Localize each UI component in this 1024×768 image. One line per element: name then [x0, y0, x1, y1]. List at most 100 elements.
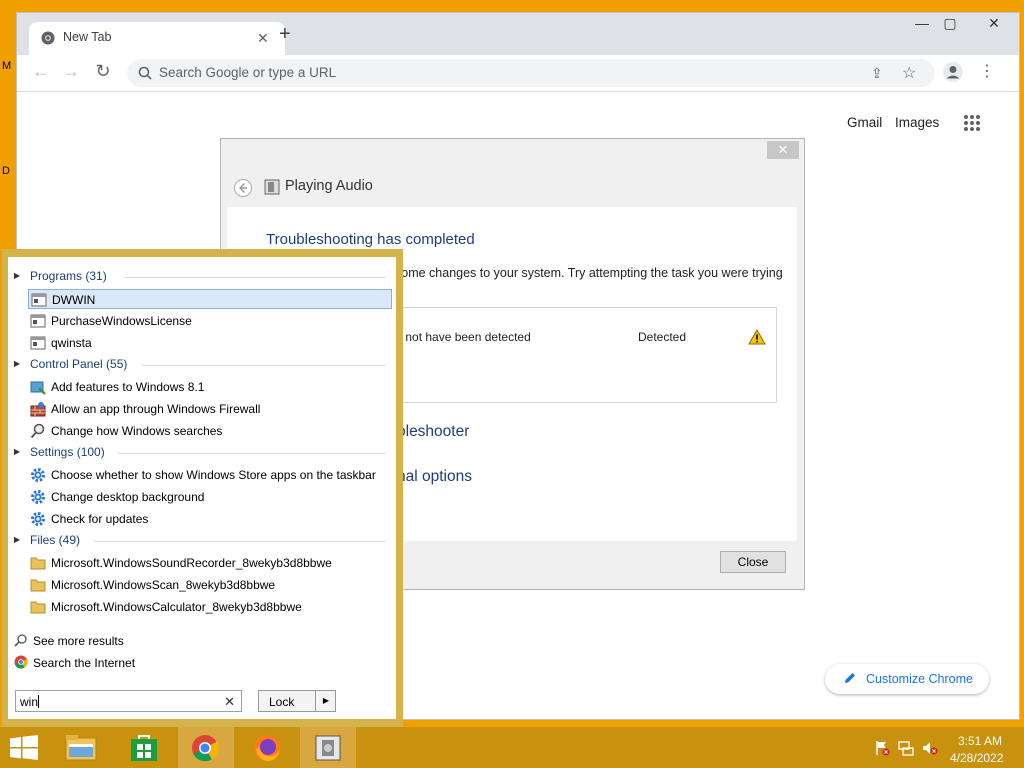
troubleshooter-icon — [264, 179, 280, 195]
clear-search-icon[interactable]: ✕ — [224, 694, 235, 710]
folder-icon — [30, 599, 46, 615]
taskbar — [0, 727, 1024, 768]
power-options-arrow-icon[interactable]: ▶ — [315, 691, 336, 711]
taskbar-troubleshooter[interactable] — [300, 727, 356, 768]
expand-arrow-icon: ▶ — [14, 535, 21, 544]
chrome-icon — [191, 734, 219, 762]
start-menu-panel: ▶ Programs (31) DWWIN PurchaseWindowsLic… — [8, 257, 396, 719]
start-button[interactable] — [0, 727, 54, 768]
lock-button[interactable]: Lock ▶ — [258, 690, 336, 712]
clock-date[interactable]: 4/28/2022 — [950, 751, 1003, 765]
action-center-flag-icon[interactable] — [874, 740, 890, 756]
problems-found-box: ht not have been detected Detected — [392, 307, 777, 403]
browser-tab[interactable]: New Tab ✕ — [29, 22, 285, 55]
folder-icon — [30, 555, 46, 571]
search-internet-label: Search the Internet — [33, 656, 136, 670]
add-features-icon — [30, 379, 46, 395]
category-programs[interactable]: ▶ Programs (31) — [14, 269, 394, 285]
firewall-icon — [30, 401, 46, 417]
gmail-link[interactable]: Gmail — [847, 115, 882, 130]
search-the-internet[interactable]: Search the Internet — [12, 654, 312, 672]
item-label: Choose whether to show Windows Store app… — [51, 468, 376, 482]
gear-icon — [30, 489, 46, 505]
address-bar[interactable]: Search Google or type a URL ⇪ ☆ — [127, 59, 935, 87]
search-icon — [138, 66, 152, 80]
item-label: PurchaseWindowsLicense — [51, 314, 192, 328]
volume-muted-icon[interactable] — [922, 740, 938, 756]
firefox-icon — [253, 734, 281, 762]
maximize-icon[interactable]: ▢ — [935, 15, 965, 32]
profile-avatar-icon[interactable] — [942, 61, 964, 83]
divider — [142, 365, 386, 366]
images-link[interactable]: Images — [895, 115, 939, 130]
file-item-soundrecorder[interactable]: Microsoft.WindowsSoundRecorder_8wekyb3d8… — [28, 553, 392, 573]
category-settings[interactable]: ▶ Settings (100) — [14, 445, 394, 461]
category-control-panel[interactable]: ▶ Control Panel (55) — [14, 357, 394, 373]
tab-close-icon[interactable]: ✕ — [257, 30, 269, 47]
control-panel-item-add-features[interactable]: Add features to Windows 8.1 — [28, 377, 392, 397]
category-label: Programs (31) — [30, 269, 107, 283]
control-panel-item-windows-search[interactable]: Change how Windows searches — [28, 421, 392, 441]
file-item-calculator[interactable]: Microsoft.WindowsCalculator_8wekyb3d8bbw… — [28, 597, 392, 617]
forward-icon[interactable]: → — [59, 61, 83, 82]
tab-title: New Tab — [63, 30, 112, 44]
close-button[interactable]: Close — [720, 551, 786, 573]
customize-chrome-label: Customize Chrome — [866, 672, 973, 686]
taskbar-firefox[interactable] — [240, 727, 294, 768]
program-item-qwinsta[interactable]: qwinsta — [28, 333, 392, 353]
tab-strip: New Tab ✕ + — ▢ ✕ — [17, 13, 1019, 55]
taskbar-chrome[interactable] — [178, 727, 234, 768]
settings-item-desktop-background[interactable]: Change desktop background — [28, 487, 392, 507]
gear-icon — [30, 511, 46, 527]
divider — [124, 277, 386, 278]
clock-time[interactable]: 3:51 AM — [958, 734, 1002, 748]
divider — [118, 453, 386, 454]
start-search-input[interactable]: win ✕ — [15, 690, 242, 712]
close-window-icon[interactable]: ✕ — [979, 15, 1009, 32]
taskbar-file-explorer[interactable] — [54, 727, 108, 768]
chrome-favicon-icon — [41, 31, 55, 45]
category-label: Files (49) — [30, 533, 81, 547]
customize-chrome-button[interactable]: Customize Chrome — [825, 664, 989, 694]
expand-arrow-icon: ▶ — [14, 447, 21, 456]
program-window-icon — [30, 335, 46, 351]
see-more-results[interactable]: See more results — [12, 632, 312, 650]
program-item-purchasewindowslicense[interactable]: PurchaseWindowsLicense — [28, 311, 392, 331]
control-panel-item-firewall[interactable]: Allow an app through Windows Firewall — [28, 399, 392, 419]
program-item-dwwin[interactable]: DWWIN — [28, 289, 392, 309]
see-more-label: See more results — [33, 634, 124, 648]
share-icon[interactable]: ⇪ — [871, 65, 883, 82]
start-menu: ▶ Programs (31) DWWIN PurchaseWindowsLic… — [2, 249, 403, 727]
network-icon[interactable] — [898, 740, 914, 756]
settings-item-check-updates[interactable]: Check for updates — [28, 509, 392, 529]
apps-grid-icon[interactable] — [963, 114, 981, 132]
problem-status: Detected — [638, 330, 687, 344]
troubleshooter-close-icon[interactable]: ✕ — [767, 141, 799, 159]
settings-item-store-apps-taskbar[interactable]: Choose whether to show Windows Store app… — [28, 465, 392, 485]
desktop-icon-label[interactable]: M — [2, 60, 11, 72]
address-placeholder: Search Google or type a URL — [159, 65, 337, 80]
troubleshooter-heading: Troubleshooting has completed — [266, 231, 475, 248]
troubleshooter-description: some changes to your system. Try attempt… — [395, 266, 783, 280]
minimize-icon[interactable]: — — [907, 15, 937, 31]
explore-additional-options-link[interactable]: nal options — [397, 468, 472, 486]
category-files[interactable]: ▶ Files (49) — [14, 533, 394, 549]
file-item-windowsscan[interactable]: Microsoft.WindowsScan_8wekyb3d8bbwe — [28, 575, 392, 595]
program-window-icon — [30, 313, 46, 329]
bookmark-star-icon[interactable]: ☆ — [902, 63, 916, 83]
new-tab-button[interactable]: + — [279, 23, 291, 46]
back-arrow-icon[interactable] — [233, 178, 253, 198]
desktop-icon-label[interactable]: D — [2, 165, 10, 177]
close-troubleshooter-link[interactable]: oleshooter — [397, 423, 469, 441]
chrome-menu-icon[interactable]: ⋮ — [979, 61, 995, 81]
text-cursor — [38, 695, 39, 708]
category-label: Control Panel (55) — [30, 357, 128, 371]
taskbar-store[interactable] — [118, 727, 172, 768]
item-label: Allow an app through Windows Firewall — [51, 402, 261, 416]
item-label: Change how Windows searches — [51, 424, 223, 438]
reload-icon[interactable]: ↻ — [91, 61, 115, 82]
search-input-value: win — [20, 695, 39, 709]
expand-arrow-icon: ▶ — [14, 359, 21, 368]
item-label: qwinsta — [51, 336, 92, 350]
back-icon[interactable]: ← — [29, 61, 53, 82]
